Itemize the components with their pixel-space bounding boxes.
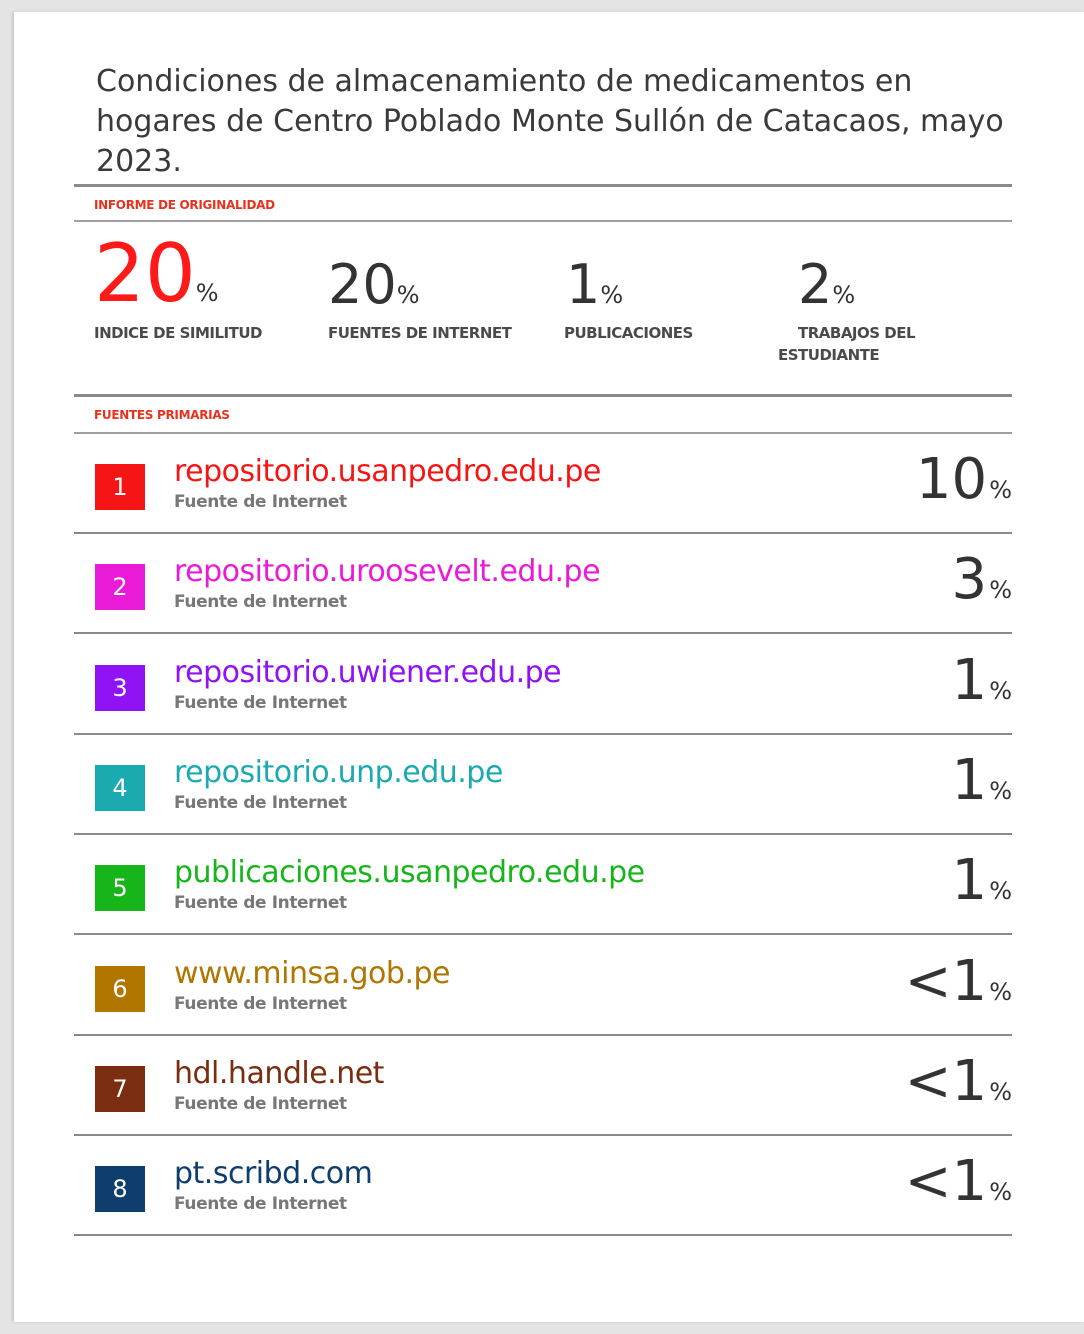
stat-internet-label: FUENTES DE INTERNET <box>328 324 512 342</box>
stat-publications-value: 1 <box>566 253 601 316</box>
source-percentage: 1% <box>952 752 1012 809</box>
source-number-badge: 4 <box>95 764 145 811</box>
stat-student-value: 2 <box>798 253 833 316</box>
source-link[interactable]: www.minsa.gob.pe <box>174 956 451 991</box>
stats-divider <box>74 394 1012 397</box>
source-type: Fuente de Internet <box>174 792 347 813</box>
source-percentage-value: <1 <box>904 1149 988 1215</box>
stat-internet-sources: 20% FUENTES DE INTERNET <box>328 253 512 343</box>
stat-internet-unit: % <box>396 281 420 309</box>
report-page: Condiciones de almacenamiento de medicam… <box>14 12 1084 1322</box>
source-percentage-unit: % <box>989 1178 1012 1207</box>
stat-publications-unit: % <box>600 281 624 309</box>
originality-report-label: INFORME DE ORIGINALIDAD <box>94 198 275 212</box>
source-percentage-unit: % <box>989 776 1012 805</box>
source-percentage-value: 1 <box>951 848 988 914</box>
source-percentage: 1% <box>952 652 1012 709</box>
stat-publications-label: PUBLICACIONES <box>564 324 693 342</box>
source-row: 6 www.minsa.gob.pe Fuente de Internet <1% <box>74 936 1012 1036</box>
source-type: Fuente de Internet <box>174 492 347 512</box>
source-number-badge: 1 <box>95 464 145 510</box>
source-row: 5 publicaciones.usanpedro.edu.pe Fuente de… <box>74 835 1012 936</box>
source-link[interactable]: hdl.handle.net <box>174 1056 384 1091</box>
row-divider <box>74 1234 1012 1237</box>
stat-student-label-line1: TRABAJOS DEL <box>798 324 916 342</box>
source-percentage-value: <1 <box>904 1048 988 1114</box>
source-link[interactable]: repositorio.usanpedro.edu.pe <box>174 454 601 489</box>
source-percentage: 3% <box>952 552 1012 608</box>
source-link[interactable]: repositorio.unp.edu.pe <box>174 755 503 790</box>
stat-student-label-line2: ESTUDIANTE <box>778 346 880 364</box>
source-percentage: 10% <box>916 452 1012 508</box>
source-link[interactable]: repositorio.uroosevelt.edu.pe <box>174 554 601 589</box>
source-type: Fuente de Internet <box>174 1093 347 1114</box>
source-percentage-value: <1 <box>904 948 988 1014</box>
source-percentage: <1% <box>905 1053 1012 1110</box>
source-row: 4 repositorio.unp.edu.pe Fuente de Interne… <box>74 735 1012 835</box>
source-percentage-unit: % <box>989 576 1012 605</box>
primary-sources-label: FUENTES PRIMARIAS <box>94 408 230 422</box>
source-link[interactable]: repositorio.uwiener.edu.pe <box>174 655 562 690</box>
source-number-badge: 8 <box>95 1166 145 1213</box>
stat-similarity-index: 20% INDICE DE SIMILITUD <box>94 227 262 343</box>
source-type: Fuente de Internet <box>174 893 347 914</box>
source-number-badge: 5 <box>95 865 145 912</box>
source-number-badge: 6 <box>95 965 145 1012</box>
source-percentage-unit: % <box>989 977 1012 1006</box>
source-type: Fuente de Internet <box>174 692 347 713</box>
source-number-badge: 3 <box>95 664 145 711</box>
source-percentage: 1% <box>952 853 1012 909</box>
source-percentage-unit: % <box>989 877 1012 906</box>
source-percentage-unit: % <box>989 476 1012 504</box>
source-number-badge: 7 <box>95 1065 145 1112</box>
stat-student-papers: 2% TRABAJOS DEL ESTUDIANTE <box>778 253 916 365</box>
stat-internet-value: 20 <box>328 253 397 316</box>
stat-similarity-value: 20 <box>94 227 196 320</box>
source-percentage-value: 1 <box>951 647 988 713</box>
source-percentage-unit: % <box>989 1077 1012 1106</box>
source-percentage-value: 10 <box>915 447 988 512</box>
report-label-divider <box>74 220 1012 222</box>
source-percentage-value: 1 <box>951 747 988 813</box>
source-type: Fuente de Internet <box>174 592 347 613</box>
source-percentage: <1% <box>905 953 1012 1010</box>
source-type: Fuente de Internet <box>174 993 347 1014</box>
source-type: Fuente de Internet <box>174 1194 347 1215</box>
source-percentage-value: 3 <box>951 547 988 613</box>
source-row: 1 repositorio.usanpedro.edu.pe Fuente de I… <box>74 434 1012 534</box>
document-title: Condiciones de almacenamiento de medicam… <box>96 64 1004 179</box>
stat-similarity-unit: % <box>195 279 219 307</box>
source-link[interactable]: publicaciones.usanpedro.edu.pe <box>174 855 645 890</box>
source-row: 2 repositorio.uroosevelt.edu.pe Fuente de … <box>74 534 1012 635</box>
stat-student-unit: % <box>832 281 856 309</box>
source-number-badge: 2 <box>95 564 145 611</box>
source-percentage: <1% <box>905 1154 1012 1210</box>
stat-similarity-label: INDICE DE SIMILITUD <box>94 324 262 342</box>
stat-publications: 1% PUBLICACIONES <box>564 253 693 343</box>
source-row: 8 pt.scribd.com Fuente de Internet <1% <box>74 1136 1012 1237</box>
source-row: 7 hdl.handle.net Fuente de Internet <1% <box>74 1036 1012 1136</box>
source-percentage-unit: % <box>989 676 1012 705</box>
source-link[interactable]: pt.scribd.com <box>174 1156 373 1191</box>
title-divider <box>74 184 1012 187</box>
source-row: 3 repositorio.uwiener.edu.pe Fuente de Int… <box>74 635 1012 735</box>
